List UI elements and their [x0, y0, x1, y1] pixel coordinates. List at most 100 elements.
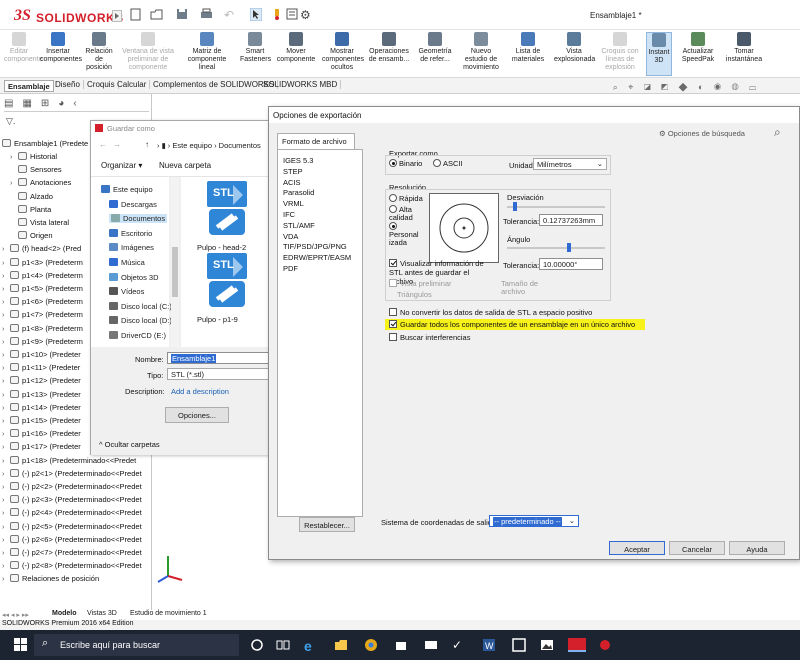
- expand-arrow-icon[interactable]: ›: [2, 441, 10, 453]
- preview-checkbox[interactable]: Vista preliminar: [389, 279, 452, 288]
- app-check-icon[interactable]: ✓: [452, 638, 466, 652]
- expand-arrow-icon[interactable]: ›: [2, 349, 10, 361]
- heads-up-view-toolbar[interactable]: ⌕ ⌖ ◪ ◩ ◆ ◐ ◉ ◍ ▭: [613, 82, 760, 93]
- open-icon[interactable]: [150, 8, 164, 21]
- search-options[interactable]: ⚙ Opciones de búsqueda: [659, 129, 745, 138]
- app-window-icon[interactable]: [512, 638, 526, 652]
- help-button[interactable]: Ayuda: [729, 541, 785, 555]
- file-name-input[interactable]: Ensamblaje1: [167, 352, 271, 364]
- ribbon-button-3[interactable]: Ventana de vista preliminar de component…: [122, 32, 174, 76]
- angle-tolerance-input[interactable]: 10.00000°: [539, 258, 603, 270]
- expand-arrow-icon[interactable]: ›: [2, 402, 10, 414]
- ribbon-button-15[interactable]: Actualizar SpeedPak: [678, 32, 718, 76]
- tree-item[interactable]: › p1<12> (Predeter: [2, 375, 81, 387]
- binary-radio[interactable]: Binario: [389, 159, 422, 168]
- windows-start-icon[interactable]: [14, 638, 28, 652]
- back-arrow-icon[interactable]: ←: [99, 140, 107, 149]
- solidworks-logo[interactable]: SOLIDWORKS: [36, 11, 124, 25]
- tree-item[interactable]: › p1<3> (Predeterm: [2, 257, 83, 269]
- ascii-radio-dot[interactable]: [433, 159, 441, 167]
- ribbon-button-10[interactable]: Nuevo estudio de movimiento: [460, 32, 502, 76]
- command-tab-3[interactable]: Calcular: [114, 80, 151, 89]
- fast-radio-dot[interactable]: [389, 194, 397, 202]
- expand-arrow-icon[interactable]: ›: [2, 389, 10, 401]
- tree-item[interactable]: › p1<8> (Predeterm: [2, 323, 83, 335]
- up-arrow-icon[interactable]: ↑: [145, 140, 149, 149]
- chrome-icon[interactable]: [364, 638, 378, 652]
- tree-item[interactable]: › (-) p2<2> (Predeterminado<<Predet: [2, 481, 142, 493]
- nav-item[interactable]: DriverCD (E:): [109, 331, 166, 340]
- tree-item[interactable]: › (-) p2<1> (Predeterminado<<Predet: [2, 468, 142, 480]
- photos-icon[interactable]: [540, 638, 554, 652]
- format-item[interactable]: STL/AMF: [283, 221, 315, 230]
- file-explorer-icon[interactable]: [334, 638, 348, 652]
- tree-item[interactable]: Planta: [10, 204, 51, 216]
- command-tab-0[interactable]: Ensamblaje: [4, 80, 54, 92]
- expand-arrow-icon[interactable]: ›: [2, 257, 10, 269]
- tree-item[interactable]: › p1<17> (Predeter: [2, 441, 81, 453]
- ribbon-button-8[interactable]: Operaciones de ensamb...: [368, 32, 410, 76]
- save-all-components-check[interactable]: [389, 320, 397, 328]
- expand-arrow-icon[interactable]: ›: [2, 270, 10, 282]
- custom-radio[interactable]: Personal izada: [389, 222, 425, 247]
- ribbon-button-11[interactable]: Lista de materiales: [508, 32, 548, 76]
- rebuild-icon[interactable]: [272, 8, 282, 21]
- format-item[interactable]: VDA: [283, 232, 298, 241]
- custom-radio-dot[interactable]: [389, 222, 397, 230]
- coord-system-select[interactable]: -- predeterminado -- ⌄: [489, 515, 579, 527]
- format-item[interactable]: PDF: [283, 264, 298, 273]
- store-icon[interactable]: [394, 638, 408, 652]
- expand-arrow-icon[interactable]: ›: [2, 415, 10, 427]
- expand-arrow-icon[interactable]: ›: [2, 468, 10, 480]
- ascii-radio[interactable]: ASCII: [433, 159, 463, 168]
- new-folder-button[interactable]: Nueva carpeta: [159, 161, 211, 170]
- check-interference-check[interactable]: [389, 333, 397, 341]
- nav-item[interactable]: Escritorio: [109, 228, 152, 238]
- tree-item[interactable]: › (-) p2<3> (Predeterminado<<Predet: [2, 494, 142, 506]
- expand-arrow-icon[interactable]: ›: [2, 560, 10, 572]
- check-interference-checkbox[interactable]: Buscar interferencias: [389, 333, 470, 342]
- ribbon-button-14[interactable]: Instant 3D: [646, 32, 672, 76]
- ribbon-button-5[interactable]: Smart Fasteners: [240, 32, 271, 76]
- binary-radio-dot[interactable]: [389, 159, 397, 167]
- tree-item[interactable]: › (-) p2<4> (Predeterminado<<Predet: [2, 507, 142, 519]
- word-icon[interactable]: W: [482, 638, 496, 652]
- tree-item[interactable]: › Anotaciones: [10, 177, 71, 189]
- breadcrumb-documentos[interactable]: Documentos: [219, 141, 261, 150]
- tree-item[interactable]: › p1<15> (Predeter: [2, 415, 81, 427]
- no-convert-check[interactable]: [389, 308, 397, 316]
- nav-item[interactable]: Música: [109, 258, 145, 267]
- format-item[interactable]: IFC: [283, 210, 295, 219]
- nav-item[interactable]: Disco local (C:): [109, 301, 172, 311]
- angle-slider[interactable]: [507, 243, 605, 253]
- ribbon-button-0[interactable]: Editar componente: [4, 32, 43, 76]
- filter-icon[interactable]: ▽.: [6, 116, 15, 127]
- expand-arrow-icon[interactable]: ›: [2, 547, 10, 559]
- logo-expand-arrow-icon[interactable]: [112, 10, 122, 22]
- tree-item[interactable]: › Relaciones de posición: [2, 573, 99, 585]
- reset-button[interactable]: Restablecer...: [299, 517, 355, 532]
- tree-item[interactable]: Origen: [10, 230, 53, 242]
- tree-item[interactable]: › (-) p2<6> (Predeterminado<<Predet: [2, 534, 142, 546]
- mail-icon[interactable]: [424, 638, 438, 652]
- ribbon-button-7[interactable]: Mostrar componentes ocultos: [322, 32, 364, 76]
- format-item[interactable]: Parasolid: [283, 188, 314, 197]
- tree-item[interactable]: › p1<18> (Predeterminado<<Predet: [2, 455, 136, 467]
- tab-file-format[interactable]: Formato de archivo: [277, 133, 355, 149]
- expand-arrow-icon[interactable]: ›: [2, 323, 10, 335]
- ribbon-button-6[interactable]: Mover componente: [276, 32, 316, 76]
- format-item[interactable]: VRML: [283, 199, 304, 208]
- save-all-components-checkbox[interactable]: Guardar todos los componentes de un ensa…: [385, 319, 646, 330]
- format-item[interactable]: EDRW/EPRT/EASM: [283, 253, 351, 262]
- nav-item[interactable]: Objetos 3D: [109, 272, 159, 282]
- task-view-icon[interactable]: [276, 638, 290, 652]
- file-type-select[interactable]: STL (*.stl): [167, 368, 271, 380]
- no-convert-checkbox[interactable]: No convertir los datos de salida de STL …: [389, 308, 592, 317]
- ribbon-button-2[interactable]: Relación de posición: [82, 32, 116, 76]
- high-quality-radio-dot[interactable]: [389, 205, 397, 213]
- high-quality-radio[interactable]: Alta calidad: [389, 205, 421, 222]
- expand-arrow-icon[interactable]: ›: [2, 296, 10, 308]
- ribbon-button-13[interactable]: Croquis con líneas de explosión: [600, 32, 640, 76]
- preview-check[interactable]: [389, 279, 397, 287]
- tree-item[interactable]: › (-) p2<8> (Predeterminado<<Predet: [2, 560, 142, 572]
